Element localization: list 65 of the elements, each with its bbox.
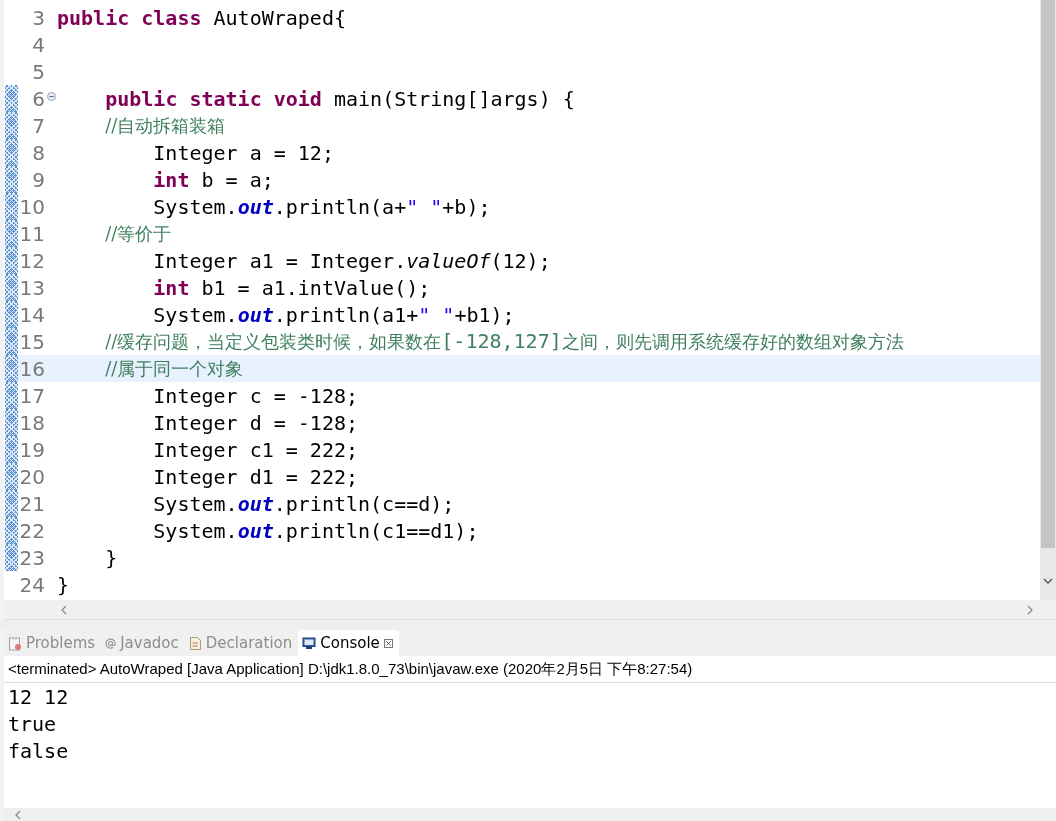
- console-output-line: true: [8, 711, 58, 738]
- line-number: 10: [18, 194, 45, 219]
- line-number: 6: [31, 86, 45, 111]
- close-icon[interactable]: [383, 638, 393, 648]
- code-line: int b = a;: [153, 167, 274, 192]
- code-line: public static void main(String[]args) {: [105, 86, 575, 111]
- line-number: 5: [31, 59, 45, 84]
- at-sign-icon: [105, 637, 117, 649]
- code-line: //缓存问题，当定义包装类时候，如果数在[-128,127]之间，则先调用系统缓存好的数组对象方法: [105, 329, 904, 353]
- code-line: Integer d = -128;: [153, 410, 359, 435]
- code-line: Integer d1 = 222;: [153, 464, 359, 489]
- horizontal-scrollbar[interactable]: [4, 600, 1056, 620]
- code-line: int b1 = a1.intValue();: [153, 275, 431, 300]
- code-line: }: [57, 572, 70, 597]
- view-tab[interactable]: Problems: [4, 630, 102, 656]
- code-editor[interactable]: [0, 0, 1056, 620]
- line-number: 8: [31, 140, 45, 165]
- scroll-down-icon[interactable]: [1043, 578, 1053, 585]
- code-line: System.out.println(c1==d1);: [153, 518, 479, 543]
- code-line: System.out.println(a1+" "+b1);: [153, 302, 515, 327]
- line-number: 3: [31, 5, 45, 30]
- line-number: 17: [18, 383, 45, 408]
- line-number: 19: [18, 437, 45, 462]
- line-number: 21: [18, 491, 45, 516]
- line-number: 23: [18, 545, 45, 570]
- line-number: 16: [18, 356, 45, 381]
- horizontal-scrollbar[interactable]: [4, 808, 1056, 821]
- code-line: //等价于: [105, 222, 172, 245]
- code-line: Integer c1 = 222;: [153, 437, 359, 462]
- document-icon: [188, 635, 202, 651]
- console-output-line: false: [8, 738, 70, 765]
- line-number: 24: [18, 572, 45, 597]
- code-line: System.out.println(c==d);: [153, 491, 455, 516]
- view-tab[interactable]: Javadoc: [101, 630, 185, 656]
- collapse-icon[interactable]: [46, 92, 56, 101]
- code-line: //自动拆箱装箱: [105, 114, 226, 137]
- scroll-thumb[interactable]: [1041, 0, 1055, 548]
- console-output-line: 12 12: [8, 684, 70, 711]
- line-number: 15: [18, 329, 45, 354]
- monitor-icon: [302, 636, 317, 650]
- code-line: Integer c = -128;: [153, 383, 359, 408]
- code-line: Integer a1 = Integer.valueOf(12);: [153, 248, 551, 273]
- line-number: 9: [31, 167, 45, 192]
- code-line: //属于同一个对象: [105, 357, 244, 380]
- view-tab[interactable]: Console: [298, 630, 399, 656]
- line-number: 18: [18, 410, 45, 435]
- scroll-right-icon[interactable]: [1027, 604, 1034, 615]
- line-number: 13: [18, 275, 45, 300]
- code-line: }: [105, 545, 118, 570]
- scroll-left-icon[interactable]: [14, 809, 21, 820]
- code-line: public class AutoWraped{: [57, 5, 346, 30]
- line-number: 14: [18, 302, 45, 327]
- line-number: 11: [18, 221, 45, 246]
- vertical-scrollbar[interactable]: [1040, 0, 1056, 600]
- scroll-left-icon[interactable]: [60, 604, 67, 615]
- line-number: 7: [31, 113, 45, 138]
- code-line: Integer a = 12;: [153, 140, 334, 165]
- line-number: 12: [18, 248, 45, 273]
- line-number: 4: [31, 32, 45, 57]
- line-number: 22: [18, 518, 45, 543]
- line-number: 20: [18, 464, 45, 489]
- clipboard-icon: [8, 635, 22, 651]
- view-tab[interactable]: Declaration: [184, 630, 299, 656]
- console-status: <terminated> AutoWraped [Java Application] D:\jdk1.8.0_73\bin\javaw.exe (2020年2月5日 下午8:27:54): [4, 656, 1056, 683]
- code-line: System.out.println(a+" "+b);: [153, 194, 491, 219]
